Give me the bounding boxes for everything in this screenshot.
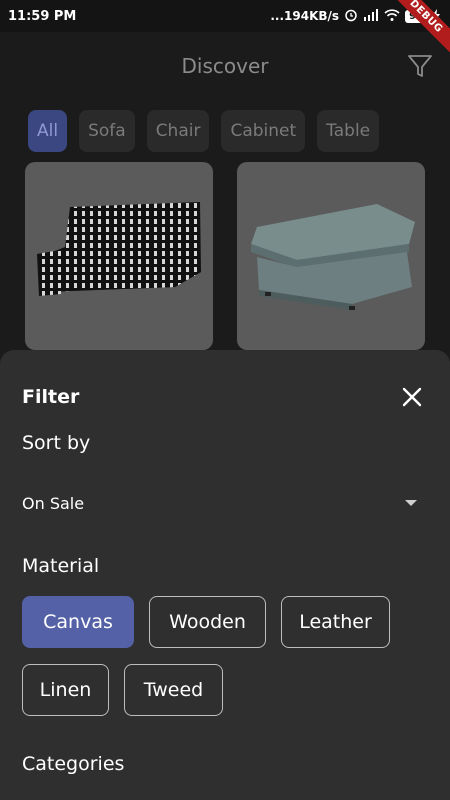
status-bar: 11:59 PM ...194KB/s 94 DEBUG: [0, 0, 450, 58]
filter-button[interactable]: [406, 52, 434, 80]
sofa-image: [37, 202, 201, 296]
app-header: Discover: [0, 32, 450, 100]
alarm-icon: [344, 8, 358, 25]
close-button[interactable]: [398, 383, 426, 411]
categories-label: Categories: [22, 753, 125, 775]
dropdown-arrow-icon: [405, 500, 417, 506]
category-chip-all[interactable]: All: [28, 110, 68, 152]
wifi-icon: [384, 8, 400, 24]
filter-sheet: Filter Sort by On Sale Material Canvas W…: [0, 350, 450, 800]
ottoman-image: [251, 204, 415, 310]
sort-by-value: On Sale: [22, 493, 85, 513]
category-chip-table[interactable]: Table: [317, 110, 380, 152]
material-chip-canvas[interactable]: Canvas: [22, 596, 134, 648]
category-tabs: All Sofa Chair Cabinet Table: [28, 110, 380, 152]
material-chip-linen[interactable]: Linen: [22, 664, 109, 716]
page-title: Discover: [181, 54, 269, 78]
close-icon: [402, 387, 422, 407]
filter-title: Filter: [22, 386, 80, 408]
material-chip-tweed[interactable]: Tweed: [124, 664, 223, 716]
status-time: 11:59 PM: [8, 8, 77, 24]
sort-by-dropdown[interactable]: On Sale: [22, 488, 422, 518]
material-label: Material: [22, 555, 100, 577]
category-chip-sofa[interactable]: Sofa: [79, 110, 135, 152]
filter-icon: [408, 55, 432, 77]
signal-icon: [363, 8, 379, 24]
category-chip-cabinet[interactable]: Cabinet: [221, 110, 306, 152]
category-chip-chair[interactable]: Chair: [146, 110, 210, 152]
material-chip-wooden[interactable]: Wooden: [149, 596, 266, 648]
network-speed: ...194KB/s: [270, 9, 340, 23]
product-card[interactable]: [25, 162, 213, 350]
product-card[interactable]: [237, 162, 425, 350]
material-chip-leather[interactable]: Leather: [281, 596, 390, 648]
sort-by-label: Sort by: [22, 432, 91, 454]
